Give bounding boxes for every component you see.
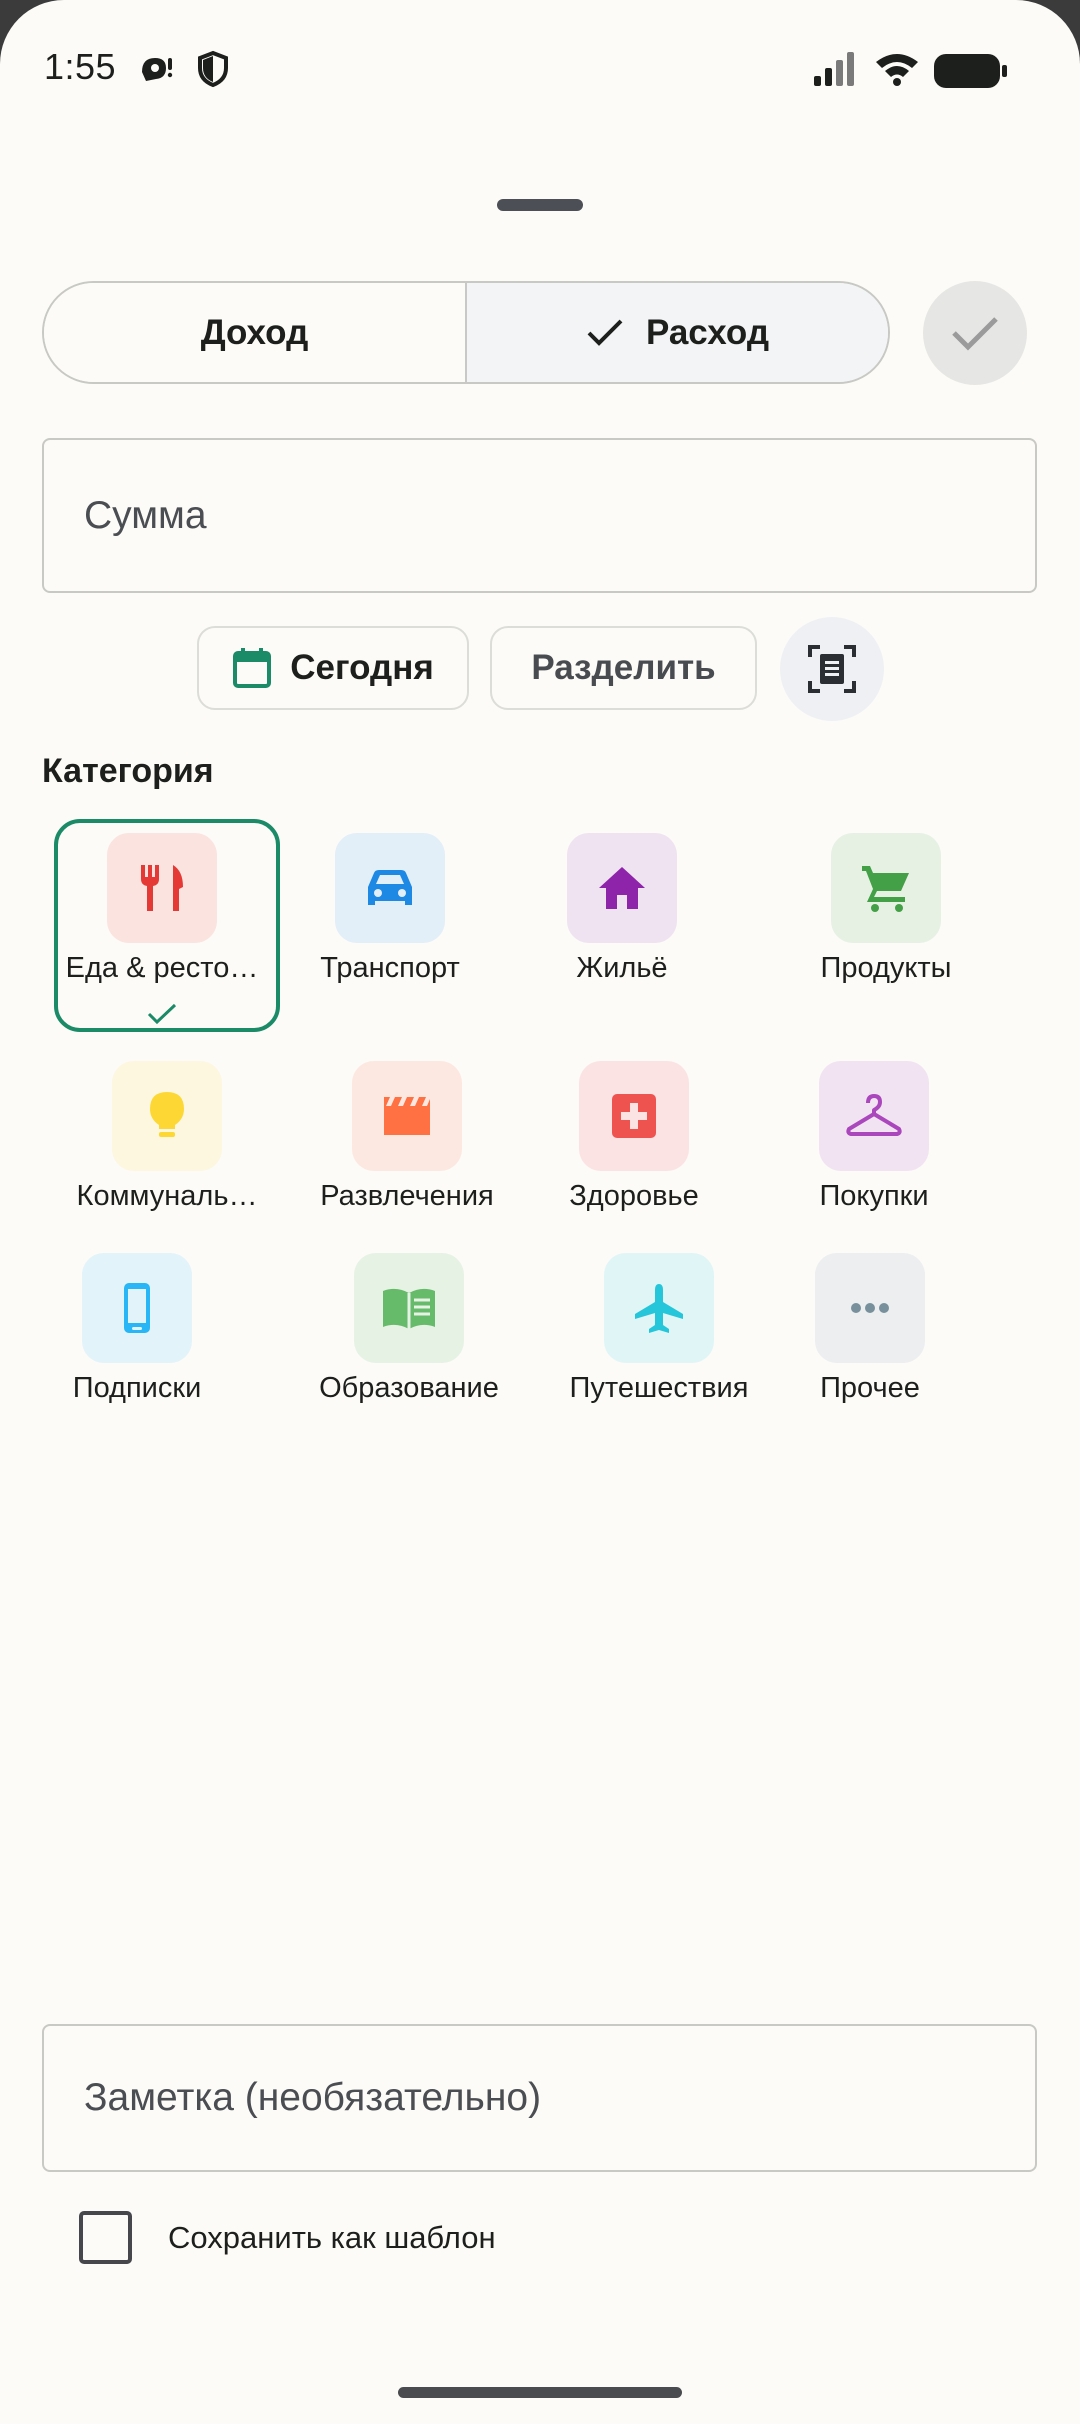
wifi-icon (876, 54, 918, 86)
add-transaction-sheet: 1:55 Доход Расход Сумма Сегодня Разделит… (0, 0, 1080, 2424)
book-icon (383, 1288, 435, 1329)
category-item-shopping[interactable]: Покупки (754, 1047, 994, 1237)
category-label: Коммуналь… (76, 1180, 258, 1212)
category-item-other[interactable]: Прочее (750, 1239, 990, 1429)
document-scanner-icon (808, 645, 856, 693)
category-icon-tile (819, 1061, 929, 1171)
category-item-subscriptions[interactable]: Подписки (17, 1239, 257, 1429)
lightbulb-icon (150, 1092, 184, 1137)
notification-icon (142, 58, 173, 81)
category-item-transport[interactable]: Транспорт (270, 819, 510, 1009)
home-icon (599, 867, 645, 909)
date-chip-label: Сегодня (290, 648, 434, 687)
transaction-type-toggle: Доход Расход (42, 281, 890, 384)
more-dots-icon (851, 1303, 889, 1313)
note-placeholder: Заметка (необязательно) (84, 2076, 542, 2119)
hanger-icon (846, 1094, 902, 1136)
expense-tab-label: Расход (645, 312, 770, 352)
category-label: Транспорт (320, 952, 460, 984)
clapperboard-icon (384, 1097, 430, 1135)
date-chip[interactable]: Сегодня (197, 626, 469, 710)
save-template-label[interactable]: Сохранить как шаблон (168, 2220, 496, 2256)
category-icon-tile (112, 1061, 222, 1171)
status-time: 1:55 (44, 46, 117, 87)
category-label: Жильё (576, 952, 668, 984)
drag-handle[interactable] (497, 199, 583, 211)
category-label: Здоровье (569, 1180, 699, 1212)
amount-placeholder: Сумма (84, 493, 207, 537)
category-icon-tile (567, 833, 677, 943)
scan-receipt-button[interactable] (780, 617, 884, 721)
check-icon (952, 317, 998, 351)
category-icon-tile (354, 1253, 464, 1363)
phone-icon (124, 1283, 150, 1333)
category-item-housing[interactable]: Жильё (502, 819, 742, 1009)
category-label: Еда & ресто… (65, 952, 259, 984)
category-label: Прочее (820, 1372, 920, 1404)
save-template-checkbox[interactable] (79, 2211, 132, 2264)
signal-icon (814, 52, 854, 86)
battery-icon (934, 54, 1007, 88)
shield-icon (198, 50, 228, 88)
category-item-health[interactable]: Здоровье (514, 1047, 754, 1237)
expense-tab[interactable]: Расход (467, 283, 888, 382)
category-label: Продукты (820, 952, 952, 984)
category-icon-tile (831, 833, 941, 943)
income-tab[interactable]: Доход (44, 283, 467, 382)
category-label: Покупки (819, 1180, 929, 1212)
category-icon-tile (604, 1253, 714, 1363)
calendar-icon (233, 648, 272, 688)
category-icon-tile (815, 1253, 925, 1363)
category-item-food[interactable]: Еда & ресто… (42, 819, 282, 1032)
category-icon-tile (107, 833, 217, 943)
category-label: Развлечения (320, 1180, 494, 1212)
airplane-icon (635, 1284, 683, 1333)
amount-input[interactable]: Сумма (42, 438, 1037, 593)
gesture-nav-bar[interactable] (398, 2387, 682, 2398)
category-label: Подписки (72, 1372, 202, 1404)
category-item-utilities[interactable]: Коммуналь… (47, 1047, 287, 1237)
medical-icon (612, 1094, 656, 1138)
cart-icon (862, 866, 909, 912)
car-icon (368, 870, 412, 905)
category-item-groceries[interactable]: Продукты (766, 819, 1006, 1009)
fork-knife-icon (141, 865, 183, 911)
category-icon-tile (352, 1061, 462, 1171)
note-input[interactable]: Заметка (необязательно) (42, 2024, 1037, 2172)
category-item-travel[interactable]: Путешествия (539, 1239, 779, 1429)
category-icon-tile (82, 1253, 192, 1363)
split-chip-label: Разделить (531, 648, 716, 687)
category-label: Образование (319, 1372, 499, 1404)
category-item-entertainment[interactable]: Развлечения (287, 1047, 527, 1237)
category-icon-tile (579, 1061, 689, 1171)
confirm-button[interactable] (923, 281, 1027, 385)
split-chip[interactable]: Разделить (490, 626, 757, 710)
category-icon-tile (335, 833, 445, 943)
category-label: Путешествия (569, 1372, 749, 1404)
category-heading: Категория (42, 752, 214, 790)
check-icon (147, 1003, 177, 1025)
check-icon (587, 319, 623, 346)
income-tab-label: Доход (200, 312, 309, 352)
category-item-education[interactable]: Образование (289, 1239, 529, 1429)
